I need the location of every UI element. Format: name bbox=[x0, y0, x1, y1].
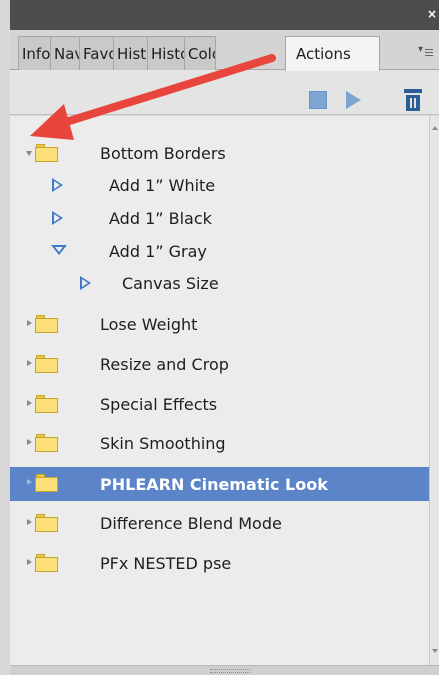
panel-menu-icon[interactable]: ▾ bbox=[418, 45, 433, 55]
action-set-pfx-nested-pse[interactable]: PFx NESTED pse bbox=[10, 547, 429, 579]
action-set-special-effects[interactable]: Special Effects bbox=[10, 388, 429, 420]
scroll-down-arrow-icon[interactable] bbox=[432, 649, 438, 653]
tab-favorites[interactable]: Favorites bbox=[79, 36, 114, 70]
trash-can bbox=[406, 95, 420, 111]
action-set-label: Difference Blend Mode bbox=[100, 514, 282, 533]
folder-icon bbox=[35, 514, 58, 532]
panel-menu-chevron-icon: ▾ bbox=[417, 44, 423, 55]
action-set-resize-and-crop[interactable]: Resize and Crop bbox=[10, 348, 429, 380]
action-add-black[interactable]: Add 1” Black bbox=[10, 202, 429, 234]
actions-toolbar bbox=[10, 70, 439, 115]
action-set-label: Resize and Crop bbox=[100, 355, 229, 374]
action-label: Add 1” White bbox=[109, 176, 216, 195]
expand-toggle-icon[interactable] bbox=[27, 519, 32, 525]
action-collapse-icon[interactable] bbox=[51, 245, 67, 255]
action-set-difference-blend-mode[interactable]: Difference Blend Mode bbox=[10, 507, 429, 539]
action-set-label: Skin Smoothing bbox=[100, 434, 226, 453]
step-expand-icon[interactable] bbox=[80, 276, 91, 290]
action-set-label: Bottom Borders bbox=[100, 144, 226, 163]
expand-toggle-icon[interactable] bbox=[27, 320, 32, 326]
tab-actions[interactable]: Actions bbox=[285, 36, 380, 71]
scroll-up-arrow-icon[interactable] bbox=[432, 126, 438, 130]
stop-icon[interactable] bbox=[309, 91, 327, 109]
expand-toggle-open-icon[interactable] bbox=[26, 151, 32, 156]
play-icon[interactable] bbox=[346, 91, 361, 109]
action-set-label: Special Effects bbox=[100, 395, 218, 414]
action-set-lose-weight[interactable]: Lose Weight bbox=[10, 308, 429, 340]
action-step-canvas-size[interactable]: Canvas Size bbox=[10, 267, 429, 299]
expand-toggle-icon[interactable] bbox=[27, 360, 32, 366]
tab-history[interactable]: History bbox=[113, 36, 148, 70]
action-set-bottom-borders[interactable]: Bottom Borders bbox=[10, 137, 429, 169]
action-label: Add 1” Black bbox=[109, 209, 212, 228]
action-add-gray[interactable]: Add 1” Gray bbox=[10, 235, 429, 267]
action-expand-icon[interactable] bbox=[52, 211, 63, 225]
panel-menu-lines-icon bbox=[425, 48, 433, 50]
folder-icon bbox=[35, 554, 58, 572]
folder-icon bbox=[35, 315, 58, 333]
action-set-skin-smoothing[interactable]: Skin Smoothing bbox=[10, 427, 429, 459]
action-set-label: Lose Weight bbox=[100, 315, 198, 334]
tab-info[interactable]: Info bbox=[18, 36, 51, 70]
tab-navigator[interactable]: Navigator bbox=[50, 36, 80, 70]
folder-icon bbox=[35, 144, 58, 162]
action-set-label: PFx NESTED pse bbox=[100, 554, 232, 573]
close-panel-icon[interactable]: × bbox=[427, 8, 437, 20]
action-set-label: PHLEARN Cinematic Look bbox=[100, 475, 328, 494]
expand-toggle-icon[interactable] bbox=[27, 400, 32, 406]
expand-toggle-icon[interactable] bbox=[27, 559, 32, 565]
folder-icon bbox=[35, 434, 58, 452]
actions-list: Bottom Borders Add 1” White Add 1” Black… bbox=[10, 116, 429, 665]
folder-icon bbox=[35, 355, 58, 373]
panel-tab-strip: Info Navigator Favorites History Histogr… bbox=[10, 30, 439, 71]
panel-resize-edge[interactable] bbox=[10, 665, 439, 675]
expand-toggle-icon[interactable] bbox=[27, 479, 32, 485]
step-label: Canvas Size bbox=[122, 274, 219, 293]
folder-icon bbox=[35, 474, 58, 492]
action-label: Add 1” Gray bbox=[109, 242, 207, 261]
expand-toggle-icon[interactable] bbox=[27, 439, 32, 445]
trash-icon[interactable] bbox=[404, 89, 422, 111]
tab-histogram[interactable]: Histogram bbox=[147, 36, 185, 70]
folder-icon bbox=[35, 395, 58, 413]
action-expand-icon[interactable] bbox=[52, 178, 63, 192]
panel-title-bar: × bbox=[10, 0, 439, 30]
tab-color[interactable]: Color bbox=[184, 36, 216, 70]
resize-grip-icon[interactable] bbox=[210, 669, 250, 673]
action-add-white[interactable]: Add 1” White bbox=[10, 169, 429, 201]
actions-list-scrollbar[interactable] bbox=[429, 116, 439, 665]
action-set-phlearn-cinematic-look[interactable]: PHLEARN Cinematic Look bbox=[10, 467, 429, 501]
trash-lid bbox=[404, 89, 422, 93]
